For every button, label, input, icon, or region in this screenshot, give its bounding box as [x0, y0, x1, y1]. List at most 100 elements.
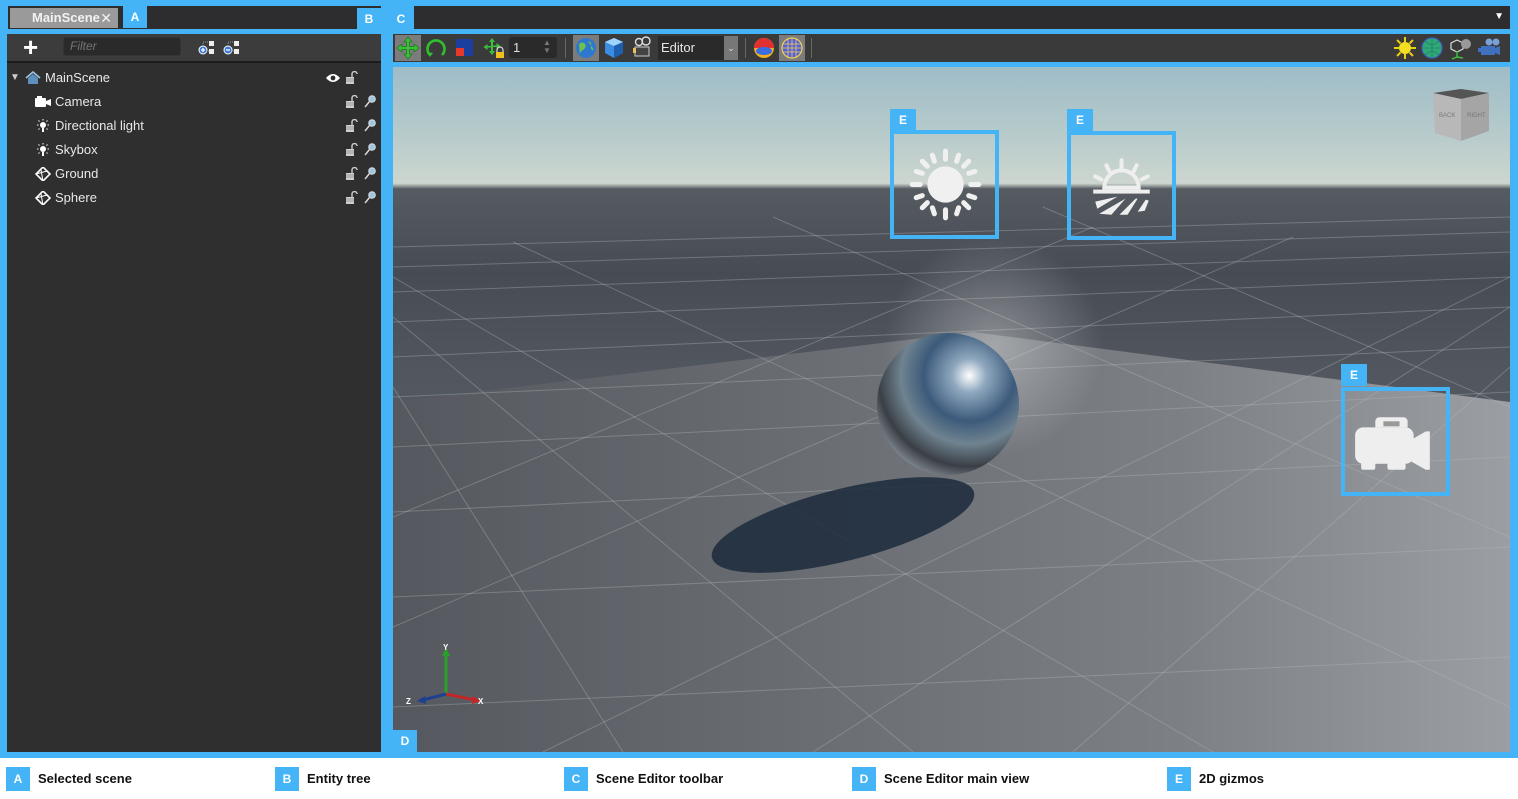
- entity-tree-panel: + ▼ MainScene: [7, 34, 381, 752]
- callout-e: E: [1341, 364, 1367, 386]
- wireframe-grid-button[interactable]: [779, 35, 805, 61]
- cube-face-right[interactable]: RIGHT: [1467, 113, 1486, 119]
- chevron-down-icon[interactable]: ⌄: [724, 36, 738, 60]
- scene-house-icon: [25, 71, 41, 84]
- snap-value: 1: [513, 40, 521, 55]
- callout-c: C: [389, 8, 413, 30]
- entity-tree: ▼ MainScene Camera Directional light Sky…: [7, 66, 381, 210]
- snap-translate-icon: [483, 38, 504, 58]
- legend-text: Scene Editor main view: [884, 771, 1030, 786]
- toolbar-separator: [565, 38, 566, 58]
- green-sphere-icon: [1421, 37, 1443, 59]
- lighting-mode-button[interactable]: [751, 35, 777, 61]
- toolbar-separator: [745, 38, 746, 58]
- cube-face-back[interactable]: BACK: [1439, 113, 1455, 119]
- lock-icon[interactable]: [346, 167, 358, 180]
- camera-gizmo[interactable]: [1341, 387, 1450, 496]
- transform-gizmo-button[interactable]: [1447, 35, 1473, 61]
- cube-icon: [605, 38, 623, 58]
- tree-row[interactable]: Skybox: [7, 138, 381, 162]
- legend-key: B: [275, 767, 299, 791]
- focus-magnifier-icon[interactable]: [364, 95, 376, 108]
- tree-row-root[interactable]: ▼ MainScene: [7, 66, 381, 90]
- legend-key: E: [1167, 767, 1191, 791]
- tree-row[interactable]: Directional light: [7, 114, 381, 138]
- legend-key: D: [852, 767, 876, 791]
- legend-text: Scene Editor toolbar: [596, 771, 724, 786]
- scene-editor-toolbar: 1 ▲ ▼ Editor ⌄: [393, 34, 1510, 62]
- grid-sphere-icon: [781, 37, 803, 59]
- scale-icon: [456, 39, 473, 56]
- callout-e: E: [1067, 109, 1093, 131]
- light-icon: [37, 119, 49, 132]
- model-icon: [35, 167, 51, 181]
- scale-tool-button[interactable]: [451, 35, 477, 61]
- filter-input[interactable]: [63, 37, 181, 56]
- legend-text: Selected scene: [38, 771, 132, 786]
- rotate-icon: [426, 39, 446, 57]
- scene-editor-viewport[interactable]: BACK RIGHT Y X Z E E E D: [393, 67, 1510, 752]
- focus-magnifier-icon[interactable]: [364, 143, 376, 156]
- expand-arrow-icon[interactable]: ▼: [10, 66, 20, 90]
- camera-mode-dropdown[interactable]: Editor ⌄: [658, 36, 738, 60]
- camera-mode-value: Editor: [661, 40, 695, 55]
- snap-value-spinner[interactable]: 1 ▲ ▼: [509, 37, 557, 58]
- camera-space-button[interactable]: [629, 35, 655, 61]
- collapse-all-icon[interactable]: [223, 39, 241, 55]
- globe-icon: [576, 38, 596, 58]
- model-icon: [35, 191, 51, 205]
- lock-icon[interactable]: [346, 71, 358, 84]
- legend-text: 2D gizmos: [1199, 771, 1265, 786]
- axis-label-y: Y: [443, 643, 449, 652]
- toolbar-separator: [811, 38, 812, 58]
- lock-icon[interactable]: [346, 191, 358, 204]
- scene-tab[interactable]: MainScene ✕: [10, 8, 118, 28]
- tree-item-label: Ground: [55, 166, 99, 181]
- axis-orientation-gizmo: Y X Z: [406, 643, 484, 706]
- scene-tab-label: MainScene: [32, 10, 100, 25]
- light-gizmos-button[interactable]: [1392, 35, 1418, 61]
- axis-label-x: X: [478, 697, 484, 706]
- visibility-eye-icon[interactable]: [325, 72, 341, 84]
- lock-icon[interactable]: [346, 119, 358, 132]
- tree-row[interactable]: Ground: [7, 162, 381, 186]
- world-space-button[interactable]: [573, 35, 599, 61]
- tree-item-label: Sphere: [55, 190, 97, 205]
- focus-magnifier-icon[interactable]: [364, 119, 376, 132]
- lock-icon[interactable]: [346, 143, 358, 156]
- tree-item-label: Skybox: [55, 142, 98, 157]
- expand-all-icon[interactable]: [198, 39, 216, 55]
- callout-b: B: [357, 8, 381, 30]
- camera-icon: [35, 96, 51, 107]
- add-entity-button[interactable]: +: [23, 34, 38, 60]
- viewport-tab-strip: ▼: [414, 6, 1510, 29]
- translate-tool-button[interactable]: [395, 35, 421, 61]
- navigation-cube[interactable]: BACK RIGHT: [1431, 87, 1491, 143]
- lighting-sphere-icon: [754, 38, 774, 58]
- skybox-gizmo-icon: [1093, 158, 1150, 215]
- tree-row[interactable]: Camera: [7, 90, 381, 114]
- close-icon[interactable]: ✕: [100, 8, 112, 28]
- tree-row[interactable]: Sphere: [7, 186, 381, 210]
- callout-a: A: [123, 6, 147, 28]
- sun-icon: [1394, 37, 1416, 59]
- rotate-tool-button[interactable]: [423, 35, 449, 61]
- camera-settings-button[interactable]: [1476, 35, 1502, 61]
- local-space-button[interactable]: [601, 35, 627, 61]
- focus-magnifier-icon[interactable]: [364, 191, 376, 204]
- translate-arrows-icon: [396, 36, 420, 60]
- video-camera-icon: [1478, 38, 1500, 55]
- focus-magnifier-icon[interactable]: [364, 167, 376, 180]
- directional-light-gizmo[interactable]: [890, 130, 999, 239]
- overflow-menu-icon[interactable]: ▼: [1494, 11, 1504, 22]
- lock-icon[interactable]: [346, 95, 358, 108]
- skybox-gizmo[interactable]: [1067, 131, 1176, 240]
- light-icon: [37, 143, 49, 156]
- spinner-arrows-icon[interactable]: ▲ ▼: [543, 39, 553, 55]
- snap-translate-button[interactable]: [481, 35, 507, 61]
- legend-key: A: [6, 767, 30, 791]
- callout-e: E: [890, 109, 916, 131]
- sphere-gizmo-button[interactable]: [1419, 35, 1445, 61]
- metal-sphere[interactable]: [877, 333, 1019, 475]
- axis-label-z: Z: [406, 697, 411, 706]
